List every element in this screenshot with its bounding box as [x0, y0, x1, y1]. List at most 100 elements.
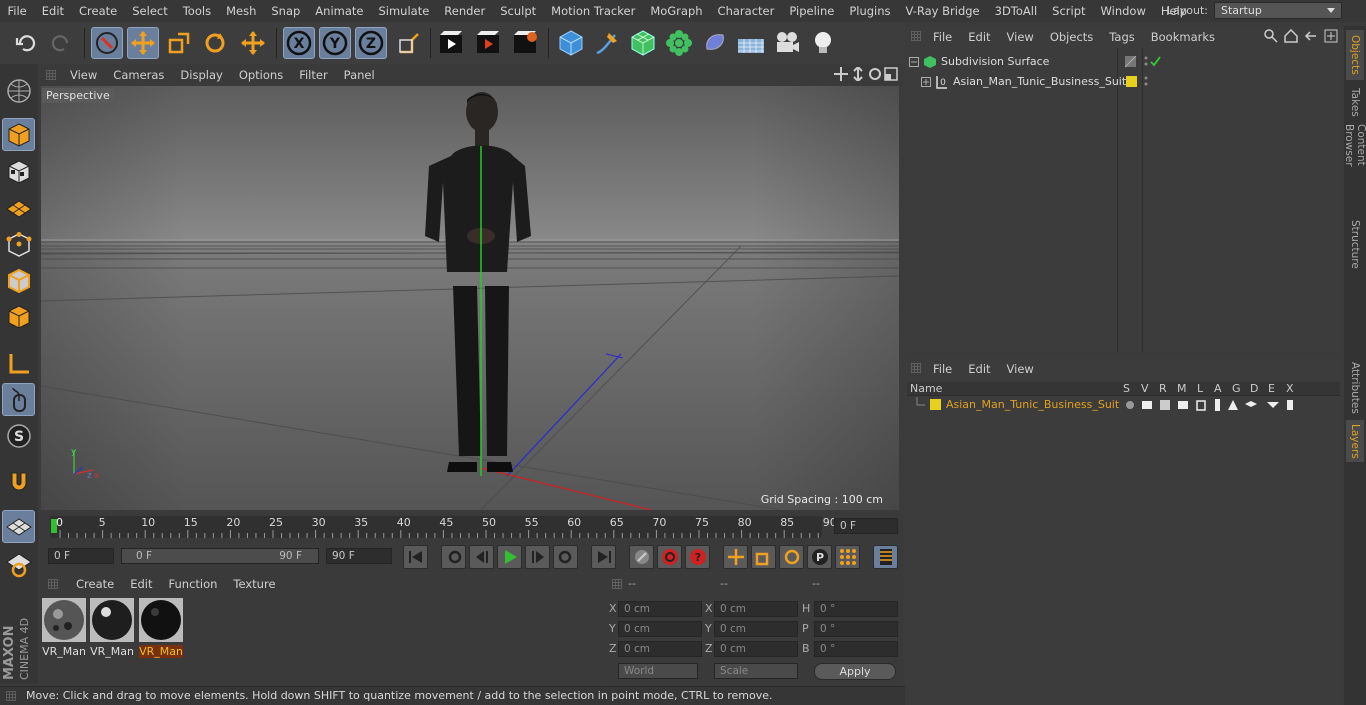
viewport-menu-panel[interactable]: Panel	[336, 68, 383, 82]
coord-space-select[interactable]: World	[618, 663, 698, 679]
undo-icon[interactable]	[10, 27, 42, 59]
layer-name[interactable]: Asian_Man_Tunic_Business_Suit	[946, 398, 1119, 411]
tab-structure[interactable]: Structure	[1346, 218, 1364, 270]
menu-edit[interactable]: Edit	[34, 0, 71, 22]
layer-row[interactable]: Asian_Man_Tunic_Business_Suit	[907, 397, 1340, 413]
deformer-icon[interactable]	[699, 27, 731, 59]
menu-mesh[interactable]: Mesh	[219, 0, 264, 22]
edges-mode-icon[interactable]	[2, 264, 35, 297]
perspective-viewport[interactable]: y z x Perspective Grid Spacing : 100 cm	[41, 86, 899, 510]
next-key-button[interactable]	[553, 545, 578, 569]
current-frame-field[interactable]: 0 F	[834, 518, 898, 534]
layer-col-deformers[interactable]: D	[1250, 382, 1258, 395]
coord-mode-select[interactable]: Scale	[714, 663, 798, 679]
solo-icon[interactable]: S	[2, 419, 35, 452]
rotation-h-field[interactable]: 0 °	[814, 601, 898, 617]
layer-col-expressions[interactable]: E	[1268, 382, 1275, 395]
recent-tool-icon[interactable]	[237, 27, 269, 59]
material-swatch[interactable]: VR_Man	[90, 598, 134, 658]
viewport-camera-label[interactable]: Perspective	[42, 88, 114, 103]
position-y-field[interactable]: 0 cm	[618, 621, 702, 637]
rotate-view-icon[interactable]	[868, 67, 882, 81]
tab-layers[interactable]: Layers	[1346, 420, 1364, 462]
object-menu-tags[interactable]: Tags	[1101, 30, 1142, 44]
layer-col-name[interactable]: Name	[910, 382, 942, 395]
menu-character[interactable]: Character	[710, 0, 782, 22]
layer-menu-file[interactable]: File	[925, 362, 960, 376]
home-icon[interactable]	[1284, 29, 1298, 43]
pan-view-icon[interactable]	[834, 67, 848, 81]
floor-icon[interactable]	[735, 27, 767, 59]
menu-simulate[interactable]: Simulate	[371, 0, 437, 22]
viewport-grip-icon[interactable]	[46, 70, 56, 80]
size-z-field[interactable]: 0 cm	[714, 641, 798, 657]
subdivision-icon[interactable]	[627, 27, 659, 59]
material-menu-texture[interactable]: Texture	[225, 577, 283, 591]
prev-key-button[interactable]	[441, 545, 466, 569]
tab-content-browser[interactable]: Content Browser	[1343, 124, 1366, 210]
object-menu-view[interactable]: View	[999, 30, 1042, 44]
viewport-menu-options[interactable]: Options	[231, 68, 291, 82]
object-menu-objects[interactable]: Objects	[1042, 30, 1101, 44]
coord-grip-icon[interactable]	[612, 579, 622, 589]
material-grip-icon[interactable]	[48, 579, 58, 589]
material-menu-function[interactable]: Function	[161, 577, 226, 591]
object-menu-bookmarks[interactable]: Bookmarks	[1143, 30, 1223, 44]
material-swatch-selected[interactable]: VR_Man	[139, 598, 183, 658]
menu-window[interactable]: Window	[1093, 0, 1153, 22]
rotate-icon[interactable]	[199, 27, 231, 59]
light-icon[interactable]	[807, 27, 839, 59]
size-x-field[interactable]: 0 cm	[714, 601, 798, 617]
layer-col-locked[interactable]: L	[1197, 382, 1203, 395]
menu-sculpt[interactable]: Sculpt	[493, 0, 544, 22]
menu-motion-tracker[interactable]: Motion Tracker	[544, 0, 643, 22]
snap-magnet-icon[interactable]	[2, 465, 35, 498]
menu-3dtoall[interactable]: 3DToAll	[987, 0, 1045, 22]
menu-plugins[interactable]: Plugins	[842, 0, 898, 22]
layout-select[interactable]: Startup	[1214, 2, 1342, 19]
layer-menu-edit[interactable]: Edit	[960, 362, 998, 376]
search-icon[interactable]	[1264, 29, 1278, 43]
move-icon[interactable]	[127, 27, 159, 59]
goto-start-button[interactable]	[403, 545, 428, 569]
key-rotation-button[interactable]	[779, 545, 804, 569]
material-swatch[interactable]: VR_Man	[42, 598, 86, 658]
key-scale-button[interactable]	[751, 545, 776, 569]
goto-end-button[interactable]	[591, 545, 616, 569]
key-position-button[interactable]	[723, 545, 748, 569]
size-y-field[interactable]: 0 cm	[714, 621, 798, 637]
viewport-menu-view[interactable]: View	[62, 68, 105, 82]
zoom-view-icon[interactable]	[851, 67, 865, 81]
layer-col-xref[interactable]: X	[1286, 382, 1294, 395]
layer-col-manager[interactable]: M	[1177, 382, 1187, 395]
make-editable-icon[interactable]	[2, 74, 35, 107]
layer-swatch-icon[interactable]	[1125, 56, 1137, 68]
menu-tools[interactable]: Tools	[175, 0, 218, 22]
apply-button[interactable]: Apply	[814, 663, 896, 680]
expand-icon[interactable]	[921, 77, 931, 87]
visibility-check-icon[interactable]	[1143, 54, 1161, 68]
object-menu-edit[interactable]: Edit	[960, 30, 998, 44]
layer-menu-view[interactable]: View	[999, 362, 1042, 376]
camera-icon[interactable]	[771, 27, 803, 59]
y-axis-icon[interactable]: Y	[319, 27, 351, 59]
scale-icon[interactable]	[163, 27, 195, 59]
polygons-mode-icon[interactable]	[2, 300, 35, 333]
tweak-mode-icon[interactable]	[2, 383, 35, 416]
z-axis-icon[interactable]: Z	[355, 27, 387, 59]
start-frame-field[interactable]: 0 F	[48, 548, 114, 564]
viewport-menu-cameras[interactable]: Cameras	[105, 68, 172, 82]
layer-col-visible[interactable]: V	[1141, 382, 1149, 395]
menu-select[interactable]: Select	[125, 0, 175, 22]
rotation-p-field[interactable]: 0 °	[814, 621, 898, 637]
record-keys-button[interactable]	[629, 545, 654, 569]
render-settings-icon[interactable]	[510, 27, 542, 59]
layer-col-solo[interactable]: S	[1123, 382, 1130, 395]
workplane-lock-icon[interactable]	[2, 510, 35, 543]
menu-script[interactable]: Script	[1045, 0, 1093, 22]
autokey-button[interactable]	[657, 545, 682, 569]
viewport-menu-filter[interactable]: Filter	[291, 68, 335, 82]
menu-vray-bridge[interactable]: V-Ray Bridge	[898, 0, 987, 22]
tab-takes[interactable]: Takes	[1346, 84, 1364, 120]
cube-icon[interactable]	[555, 27, 587, 59]
